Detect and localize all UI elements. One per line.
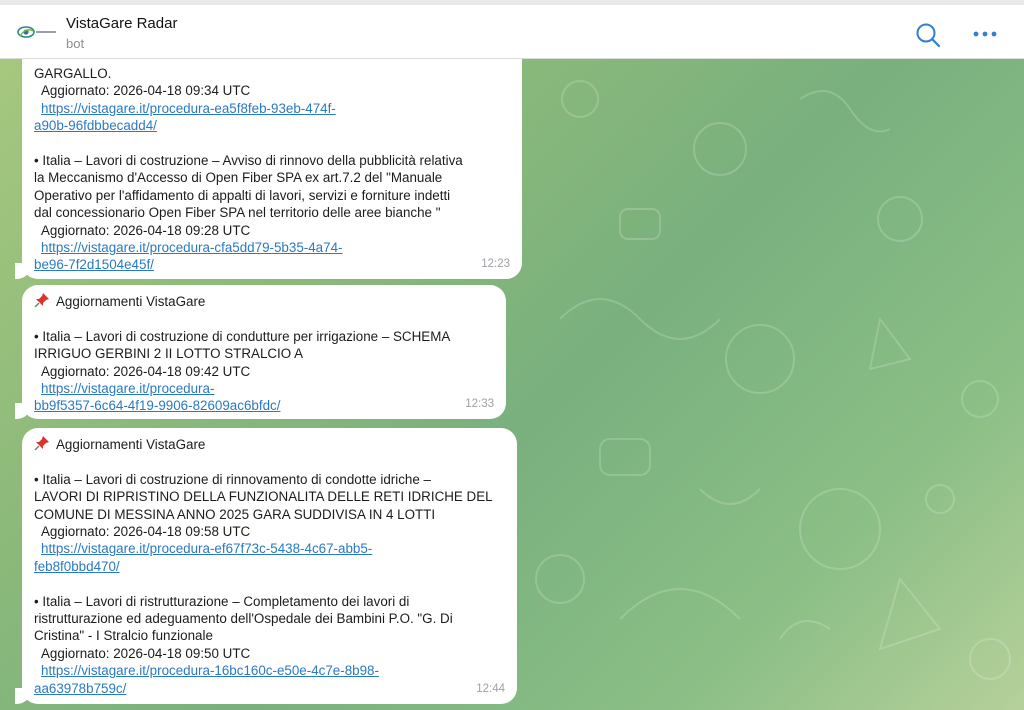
message-text: Aggiornato: 2026-04-18 09:28 UTC: [41, 222, 251, 238]
message-text: Aggiornato: 2026-04-18 09:42 UTC: [41, 363, 251, 379]
message-text: Cristina" - I Stralcio funzionale: [34, 628, 213, 644]
message-text: LAVORI DI RIPRISTINO DELLA FUNZIONALITA …: [34, 489, 493, 505]
message-text: Aggiornato: 2026-04-18 09:34 UTC: [41, 83, 251, 99]
message-bubble[interactable]: Aggiornamenti VistaGare • Italia – Lavor…: [15, 285, 506, 419]
message-text: • Italia – Lavori di costruzione – Avvis…: [34, 153, 463, 169]
message-text: • Italia – Lavori di ristrutturazione – …: [34, 593, 410, 609]
pushpin-icon: [34, 292, 50, 310]
message-link[interactable]: https://vistagare.it/procedura-ef67f73c-…: [34, 540, 505, 557]
message-text: COMUNE DI MESSINA ANNO 2025 GARA SUDDIVI…: [34, 506, 436, 522]
message-bubble[interactable]: Aggiornamenti VistaGare • Italia – Lavor…: [15, 428, 517, 704]
chat-title[interactable]: VistaGare Radar: [66, 15, 177, 32]
message-spacer: [34, 310, 494, 327]
message-spacer: [34, 453, 505, 470]
message-link[interactable]: aa63978b759c/: [34, 680, 505, 697]
message-link[interactable]: https://vistagare.it/procedura-: [34, 380, 494, 397]
message-link[interactable]: https://vistagare.it/procedura-cfa5dd79-…: [34, 239, 510, 256]
pushpin-icon: [34, 435, 50, 453]
message-spacer: [34, 575, 505, 592]
message-text: • Italia – Lavori di costruzione di rinn…: [34, 471, 431, 487]
chat-subtitle: bot: [66, 36, 85, 51]
chat-header: VistaGare Radar bot: [0, 5, 1024, 59]
message-text: IRRIGUO GERBINI 2 II LOTTO STRALCIO A: [34, 346, 304, 362]
message-header-text: Aggiornamenti VistaGare: [56, 294, 206, 309]
search-icon[interactable]: [914, 21, 942, 49]
message-text: • Italia – Lavori di costruzione di cond…: [34, 328, 451, 344]
message-text: Aggiornato: 2026-04-18 09:50 UTC: [41, 645, 251, 661]
message-time: 12:23: [481, 257, 510, 270]
message-link[interactable]: feb8f0bbd470/: [34, 558, 505, 575]
message-text: Aggiornato: 2026-04-18 09:58 UTC: [41, 524, 251, 540]
vistagare-logo-icon[interactable]: [16, 19, 58, 45]
message-text: la Meccanismo d'Accesso di Open Fiber SP…: [34, 170, 443, 186]
message-time: 12:33: [465, 397, 494, 410]
message-header: Aggiornamenti VistaGare: [34, 292, 494, 310]
message-link[interactable]: https://vistagare.it/procedura-16bc160c-…: [34, 662, 505, 679]
message-spacer: [34, 135, 510, 152]
message-header: Aggiornamenti VistaGare: [34, 435, 505, 453]
message-bubble[interactable]: GARGALLO. Aggiornato: 2026-04-18 09:34 U…: [15, 59, 522, 279]
message-text: dal concessionario Open Fiber SPA nel te…: [34, 205, 441, 221]
message-text: GARGALLO.: [34, 66, 112, 81]
more-icon[interactable]: [972, 27, 998, 41]
message-time: 12:44: [476, 682, 505, 695]
message-list[interactable]: GARGALLO. Aggiornato: 2026-04-18 09:34 U…: [0, 59, 1024, 710]
message-link[interactable]: https://vistagare.it/procedura-ea5f8feb-…: [34, 100, 510, 117]
message-link[interactable]: be96-7f2d1504e45f/: [34, 256, 510, 273]
message-header-text: Aggiornamenti VistaGare: [56, 437, 206, 452]
message-text: Operativo per l'affidamento di appalti d…: [34, 187, 451, 203]
message-link[interactable]: bb9f5357-6c64-4f19-9906-82609ac6bfdc/: [34, 397, 494, 414]
message-text: ristrutturazione ed adeguamento dell'Osp…: [34, 611, 453, 627]
message-link[interactable]: a90b-96fdbbecadd4/: [34, 117, 510, 134]
